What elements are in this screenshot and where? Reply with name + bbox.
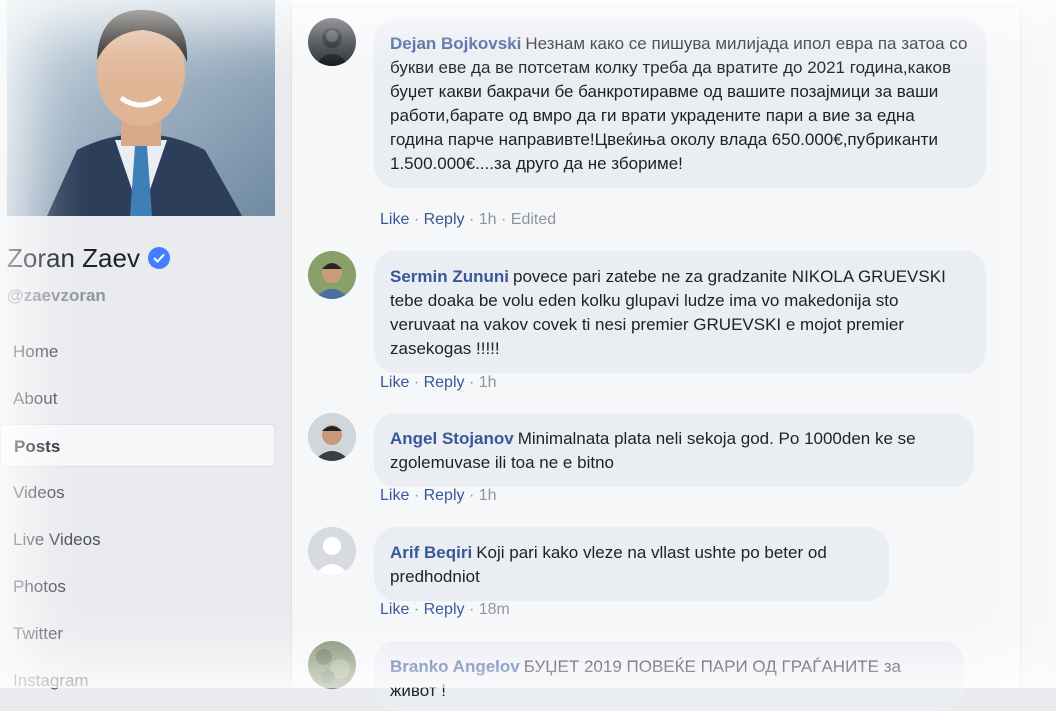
comment-author[interactable]: Angel Stojanov [390, 429, 514, 448]
separator: · [468, 601, 475, 618]
comment-author[interactable]: Branko Angelov [390, 657, 520, 676]
comment-bubble: Dejan Bojkovski Незнам како се пишува мил… [374, 18, 986, 188]
nav-item-home[interactable]: Home [0, 330, 275, 373]
like-link[interactable]: Like [380, 374, 409, 391]
comment-time[interactable]: 18m [479, 601, 510, 618]
comment-time[interactable]: 1h [479, 487, 497, 504]
nav-item-instagram[interactable]: Instagram [0, 659, 275, 702]
comment-author[interactable]: Dejan Bojkovski [390, 34, 521, 53]
page-title[interactable]: Zoran Zaev [7, 240, 170, 276]
page-nav: Home About Posts Videos Live Videos Phot… [0, 330, 275, 706]
page-handle[interactable]: @zaevzoran [7, 286, 106, 306]
comment-bubble: Arif Beqiri Koji pari kako vleze na vllas… [374, 527, 889, 601]
page-name-text[interactable]: Zoran Zaev [7, 243, 140, 274]
comment-text: Незнам како се пишува милијада ипол евра… [390, 34, 968, 173]
like-link[interactable]: Like [380, 211, 409, 228]
comment-actions: Like · Reply · 1h [380, 487, 497, 505]
avatar[interactable] [308, 18, 356, 66]
nav-item-live-videos[interactable]: Live Videos [0, 518, 275, 561]
reply-link[interactable]: Reply [424, 601, 465, 618]
separator: · [413, 487, 420, 504]
comment-author[interactable]: Sermin Zununi [390, 267, 509, 286]
separator: · [413, 211, 420, 228]
profile-photo[interactable] [7, 0, 275, 216]
profile-photo-image [7, 0, 275, 216]
separator: · [413, 374, 420, 391]
nav-item-posts[interactable]: Posts [0, 424, 275, 467]
comment-bubble: Sermin Zununi povece pari zatebe ne za gr… [374, 251, 986, 373]
nav-item-twitter[interactable]: Twitter [0, 612, 275, 655]
avatar[interactable] [308, 527, 356, 575]
comment-bubble: Angel Stojanov Minimalnata plata neli sek… [374, 413, 974, 487]
comment-time[interactable]: 1h [479, 374, 497, 391]
comment-author[interactable]: Arif Beqiri [390, 543, 472, 562]
avatar[interactable] [308, 413, 356, 461]
separator: · [468, 211, 475, 228]
like-link[interactable]: Like [380, 601, 409, 618]
nav-item-photos[interactable]: Photos [0, 565, 275, 608]
reply-link[interactable]: Reply [424, 374, 465, 391]
comment-bubble: Branko Angelov БУЏЕТ 2019 ПОВЕЌЕ ПАРИ ОД … [374, 641, 964, 711]
page-sidebar: Zoran Zaev @zaevzoran Home About Posts V… [0, 0, 290, 690]
like-link[interactable]: Like [380, 487, 409, 504]
separator: · [500, 211, 507, 228]
separator: · [413, 601, 420, 618]
nav-item-about[interactable]: About [0, 377, 275, 420]
avatar[interactable] [308, 251, 356, 299]
edited-label[interactable]: Edited [511, 211, 556, 228]
comment-actions: Like · Reply · 1h [380, 374, 497, 392]
post-divider [291, 0, 1021, 7]
separator: · [468, 374, 475, 391]
reply-link[interactable]: Reply [424, 211, 465, 228]
comment-actions: Like · Reply · 1h · Edited [380, 211, 556, 229]
comment-actions: Like · Reply · 18m [380, 601, 510, 619]
reply-link[interactable]: Reply [424, 487, 465, 504]
separator: · [468, 487, 475, 504]
comment-time[interactable]: 1h [479, 211, 497, 228]
avatar[interactable] [308, 641, 356, 689]
nav-item-videos[interactable]: Videos [0, 471, 275, 514]
scrollbar[interactable] [1021, 0, 1043, 688]
verified-badge-icon [147, 247, 170, 269]
